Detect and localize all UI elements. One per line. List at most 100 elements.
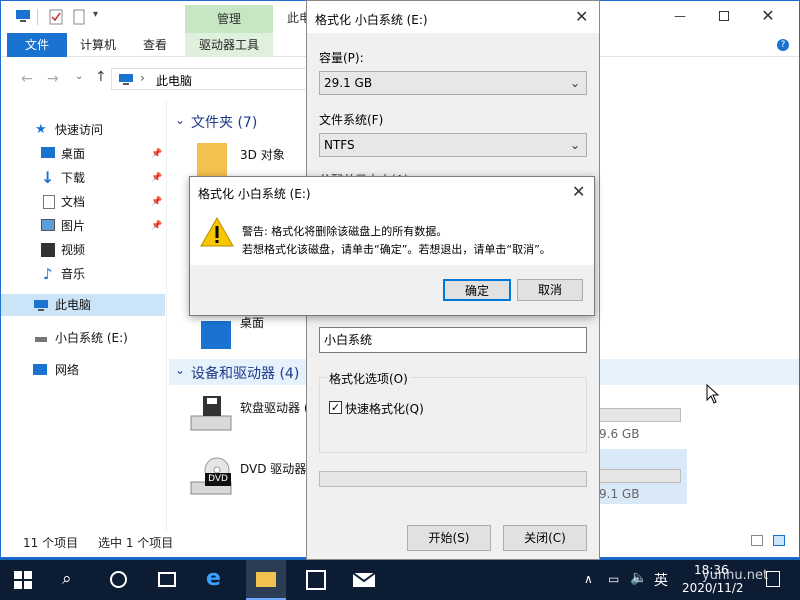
desktop-icon — [41, 147, 55, 158]
drive-free-space: 9.6 GB — [599, 427, 640, 441]
volume-icon[interactable]: 🔈 — [630, 570, 647, 586]
properties-icon[interactable] — [49, 9, 63, 25]
desktop-folder-icon — [201, 321, 231, 349]
filesystem-select[interactable]: NTFS ⌄ — [319, 133, 587, 157]
start-button[interactable]: 开始(S) — [407, 525, 491, 551]
edge-icon[interactable]: e — [206, 566, 221, 591]
tray-expand-icon[interactable]: ∧ — [584, 572, 593, 586]
tab-drive-tools[interactable]: 驱动器工具 — [185, 33, 273, 57]
devices-group-title[interactable]: 设备和驱动器 (4) — [191, 363, 299, 383]
filesystem-value: NTFS — [324, 138, 355, 152]
capacity-select[interactable]: 29.1 GB ⌄ — [319, 71, 587, 95]
dvd-badge: DVD — [205, 473, 231, 486]
pin-icon[interactable]: 📌 — [151, 173, 162, 183]
quick-access-dropdown-icon[interactable]: ▾ — [93, 9, 98, 20]
dvd-drive-label[interactable]: DVD 驱动器 — [240, 460, 306, 477]
close-dialog-button[interactable]: 关闭(C) — [503, 525, 587, 551]
sidebar-item-label: 此电脑 — [55, 298, 92, 312]
task-view-icon[interactable] — [158, 572, 176, 587]
sidebar-item-documents[interactable]: 文档 📌 — [1, 191, 165, 213]
chevron-down-icon: ⌄ — [569, 76, 580, 90]
mail-icon[interactable] — [352, 572, 376, 588]
manage-tab[interactable]: 管理 — [185, 5, 273, 33]
maximize-button[interactable] — [709, 5, 739, 27]
large-icons-view-icon[interactable] — [773, 535, 785, 546]
status-selected-count: 选中 1 个项目 — [98, 536, 174, 550]
floppy-drive-label[interactable]: 软盘驱动器 ( — [240, 399, 309, 416]
floppy-drive-icon — [190, 396, 232, 431]
drive-usage-bar — [599, 408, 681, 422]
recent-dropdown-icon[interactable]: ⌄ — [75, 71, 83, 82]
ime-indicator[interactable]: 英 — [654, 570, 668, 590]
quick-format-checkbox[interactable]: ✓ — [329, 401, 342, 414]
status-item-count: 11 个项目 — [23, 536, 79, 550]
cortana-icon[interactable] — [110, 571, 127, 588]
taskbar-explorer-button[interactable] — [246, 560, 286, 600]
sidebar-item-this-pc[interactable]: 此电脑 — [1, 294, 165, 316]
folder-icon — [197, 143, 227, 179]
collapse-folders-icon[interactable]: ⌄ — [175, 113, 185, 127]
drive-free-space: 9.1 GB — [599, 487, 640, 501]
breadcrumb[interactable]: 此电脑 — [156, 72, 192, 89]
clock-date[interactable]: 2020/11/2 — [682, 581, 744, 595]
format-progress-bar — [319, 471, 587, 487]
format-dialog-titlebar: 格式化 小白系统 (E:) ✕ — [307, 1, 599, 33]
download-icon: ↓ — [41, 168, 55, 187]
details-view-icon[interactable] — [751, 535, 763, 546]
format-close-icon[interactable]: ✕ — [575, 7, 588, 26]
taskbar: ⌕ e ∧ ▭ 🔈 英 18:36 2020/11/2 yunhu.net — [0, 560, 800, 600]
filesystem-label: 文件系统(F) — [319, 113, 384, 127]
quick-format-label[interactable]: 快速格式化(Q) — [345, 400, 424, 417]
sidebar-item-pictures[interactable]: 图片 📌 — [1, 215, 165, 237]
notification-icon[interactable] — [766, 571, 780, 587]
sidebar-item-label: 下载 — [61, 171, 86, 185]
sidebar-item-music[interactable]: ♪ 音乐 — [1, 263, 165, 285]
sidebar-item-label: 快速访问 — [55, 123, 104, 137]
windows-start-icon[interactable] — [14, 571, 38, 595]
minimize-button[interactable]: — — [665, 5, 695, 27]
cancel-button[interactable]: 取消 — [517, 279, 583, 301]
collapse-devices-icon[interactable]: ⌄ — [175, 363, 185, 377]
tab-computer[interactable]: 计算机 — [75, 33, 121, 57]
help-icon[interactable]: ? — [777, 39, 789, 51]
folder-desktop-label[interactable]: 桌面 — [240, 314, 264, 331]
new-folder-icon[interactable] — [73, 9, 85, 25]
store-icon[interactable] — [306, 570, 326, 590]
warning-close-icon[interactable]: ✕ — [572, 182, 585, 201]
tab-view[interactable]: 查看 — [135, 33, 175, 57]
battery-icon[interactable]: ▭ — [608, 572, 619, 586]
sidebar-item-label: 小白系统 (E:) — [55, 331, 128, 345]
sidebar-item-label: 图片 — [61, 219, 86, 233]
breadcrumb-separator-icon: › — [140, 71, 145, 85]
explorer-icon — [256, 572, 276, 587]
sidebar-item-network[interactable]: 网络 — [1, 359, 165, 381]
sidebar-item-quick-access[interactable]: ★ 快速访问 — [1, 119, 165, 141]
pin-icon[interactable]: 📌 — [151, 197, 162, 207]
music-icon: ♪ — [43, 265, 53, 283]
sidebar-item-downloads[interactable]: ↓ 下载 📌 — [1, 167, 165, 189]
document-icon — [43, 195, 55, 209]
sidebar-item-label: 音乐 — [61, 267, 86, 281]
warning-dialog-title: 格式化 小白系统 (E:) — [198, 187, 311, 201]
this-pc-icon — [34, 300, 48, 311]
volume-label-input[interactable]: 小白系统 — [319, 327, 587, 353]
sidebar-item-label: 桌面 — [61, 147, 86, 161]
sidebar-item-desktop[interactable]: 桌面 📌 — [1, 143, 165, 165]
sidebar-item-videos[interactable]: 视频 — [1, 239, 165, 261]
folder-3d-label[interactable]: 3D 对象 — [240, 146, 285, 163]
search-icon[interactable]: ⌕ — [62, 569, 72, 589]
up-icon[interactable]: ↑ — [95, 69, 107, 85]
video-icon — [41, 243, 55, 257]
pin-icon[interactable]: 📌 — [151, 221, 162, 231]
pin-icon[interactable]: 📌 — [151, 149, 162, 159]
warning-icon — [200, 217, 234, 247]
sidebar-item-drive-e[interactable]: 小白系统 (E:) — [1, 327, 165, 349]
forward-icon[interactable]: → — [47, 71, 59, 87]
ok-button[interactable]: 确定 — [443, 279, 511, 301]
this-pc-icon — [16, 10, 30, 22]
tab-file[interactable]: 文件 — [7, 33, 67, 57]
back-icon[interactable]: ← — [21, 71, 33, 87]
folders-group-title[interactable]: 文件夹 (7) — [191, 112, 257, 132]
close-button[interactable]: ✕ — [753, 5, 783, 27]
warning-dialog-body: 格式化 小白系统 (E:) ✕ 警告: 格式化将删除该磁盘上的所有数据。 若想格… — [190, 177, 594, 265]
